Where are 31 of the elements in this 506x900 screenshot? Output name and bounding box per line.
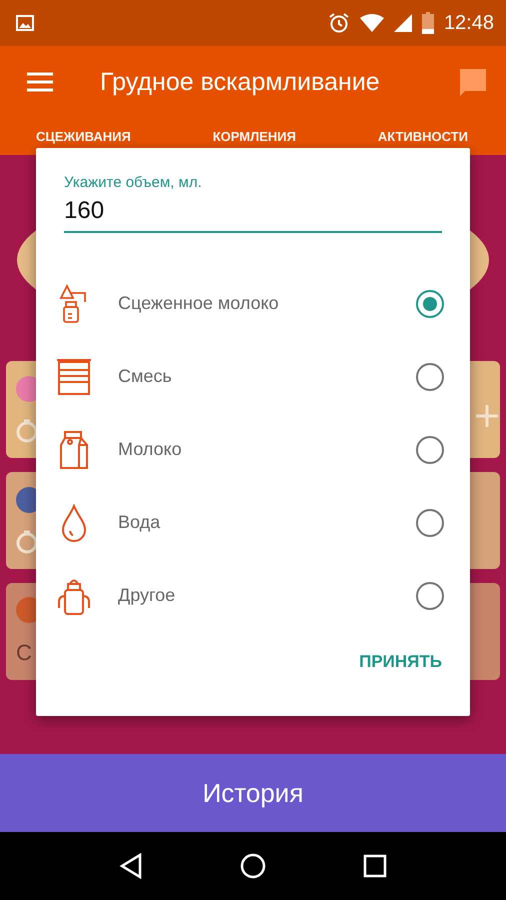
tab[interactable]: КОРМЛЕНИЯ (212, 118, 296, 155)
app-title: Грудное вскармливание (100, 68, 381, 96)
radio-button[interactable] (416, 362, 444, 390)
tab[interactable]: АКТИВНОСТИ (378, 118, 468, 155)
stopwatch-icon (16, 530, 38, 554)
radio-button[interactable] (416, 582, 444, 610)
image-icon (16, 15, 34, 31)
wifi-icon (360, 14, 384, 32)
recents-icon[interactable] (363, 854, 388, 878)
signal-icon (394, 14, 412, 32)
card-text: С (16, 640, 32, 666)
history-button[interactable]: История (0, 754, 506, 832)
alarm-icon (328, 12, 350, 34)
radio-button[interactable] (416, 508, 444, 536)
option-label: Другое (118, 585, 176, 606)
battery-icon (422, 12, 434, 34)
stopwatch-icon (16, 419, 38, 444)
clock-time: 12:48 (444, 12, 494, 34)
radio-button[interactable] (416, 436, 444, 464)
radio-button[interactable] (416, 290, 444, 318)
option-label: Смесь (118, 366, 173, 387)
option-label: Сцеженное молоко (118, 293, 280, 314)
option-label: Вода (118, 512, 162, 533)
tab[interactable]: СЦЕЖИВАНИЯ (36, 118, 131, 155)
home-icon[interactable] (240, 853, 266, 879)
option-label: Молоко (118, 439, 183, 460)
menu-icon[interactable] (26, 72, 54, 92)
accept-button[interactable]: ПРИНЯТЬ (355, 644, 446, 680)
formula-box-icon (56, 358, 92, 396)
field-label: Укажите объем, мл. (64, 174, 203, 191)
back-icon[interactable] (118, 853, 143, 879)
